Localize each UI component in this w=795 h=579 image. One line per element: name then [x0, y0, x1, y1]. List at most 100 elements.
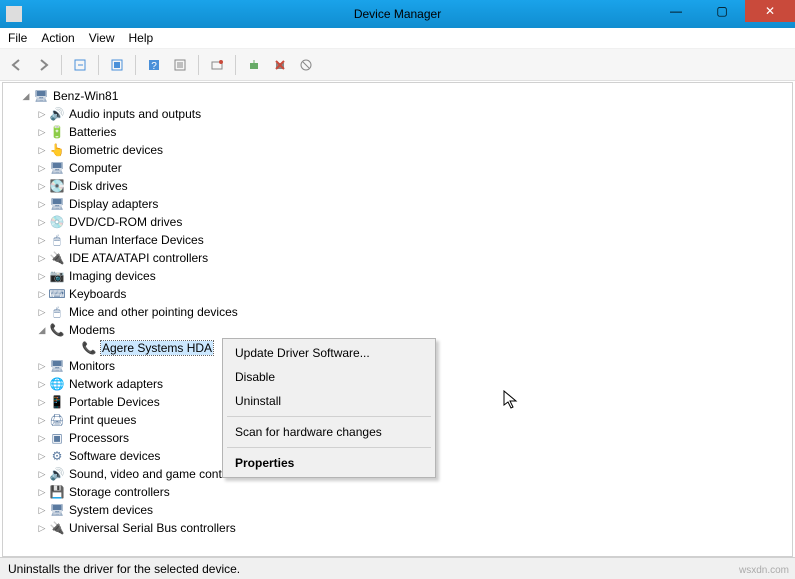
- tree-item-dvd-cd-rom-drives[interactable]: ▷💿DVD/CD-ROM drives: [3, 213, 792, 231]
- separator: [135, 55, 136, 75]
- minimize-button[interactable]: —: [653, 0, 699, 22]
- maximize-button[interactable]: ▢: [699, 0, 745, 22]
- device-icon: 🔌: [49, 520, 65, 536]
- disclosure-icon[interactable]: ▷: [35, 127, 49, 138]
- device-icon: 📞: [49, 322, 65, 338]
- disclosure-icon[interactable]: ▷: [35, 235, 49, 246]
- menu-properties[interactable]: Properties: [225, 451, 433, 475]
- disclosure-icon[interactable]: ▷: [35, 271, 49, 282]
- show-hidden-icon[interactable]: [69, 54, 91, 76]
- title-bar: Device Manager — ▢ ✕: [0, 0, 795, 28]
- device-label: System devices: [69, 503, 153, 517]
- close-button[interactable]: ✕: [745, 0, 795, 22]
- device-label: Portable Devices: [69, 395, 160, 409]
- disclosure-icon[interactable]: ◢: [19, 91, 33, 102]
- disclosure-icon[interactable]: ▷: [35, 487, 49, 498]
- toolbar: ?: [0, 49, 795, 81]
- disclosure-icon[interactable]: ▷: [35, 253, 49, 264]
- app-icon: [6, 6, 22, 22]
- disclosure-icon[interactable]: ▷: [35, 397, 49, 408]
- device-icon: 🔋: [49, 124, 65, 140]
- disclosure-icon[interactable]: ◢: [35, 325, 49, 336]
- tree-item-human-interface-devices[interactable]: ▷🖱 Human Interface Devices: [3, 231, 792, 249]
- device-label: Keyboards: [69, 287, 126, 301]
- device-label: Disk drives: [69, 179, 128, 193]
- tree-item-display-adapters[interactable]: ▷🖥Display adapters: [3, 195, 792, 213]
- disclosure-icon[interactable]: ▷: [35, 145, 49, 156]
- tree-root[interactable]: ◢🖥Benz-Win81: [3, 87, 792, 105]
- device-label: Human Interface Devices: [69, 233, 204, 247]
- device-label: Computer: [69, 161, 122, 175]
- help-icon[interactable]: ?: [143, 54, 165, 76]
- device-label: Software devices: [69, 449, 160, 463]
- device-tree[interactable]: ◢🖥Benz-Win81▷🔊Audio inputs and outputs▷🔋…: [2, 82, 793, 557]
- tree-item-system-devices[interactable]: ▷🖥System devices: [3, 501, 792, 519]
- device-icon: ▣: [49, 430, 65, 446]
- disclosure-icon[interactable]: ▷: [35, 199, 49, 210]
- menu-file[interactable]: File: [8, 31, 27, 45]
- tree-item-keyboards[interactable]: ▷⌨Keyboards: [3, 285, 792, 303]
- disclosure-icon[interactable]: ▷: [35, 415, 49, 426]
- back-icon[interactable]: [6, 54, 28, 76]
- device-icon: 🖱: [49, 304, 65, 320]
- tree-item-modems[interactable]: ◢📞Modems: [3, 321, 792, 339]
- menu-help[interactable]: Help: [129, 31, 154, 45]
- menu-uninstall[interactable]: Uninstall: [225, 389, 433, 413]
- menu-update-driver[interactable]: Update Driver Software...: [225, 341, 433, 365]
- tree-item-audio-inputs-and-outputs[interactable]: ▷🔊Audio inputs and outputs: [3, 105, 792, 123]
- tree-item-storage-controllers[interactable]: ▷💾Storage controllers: [3, 483, 792, 501]
- view-icon[interactable]: [106, 54, 128, 76]
- disclosure-icon[interactable]: ▷: [35, 451, 49, 462]
- svg-text:?: ?: [151, 61, 157, 72]
- disclosure-icon[interactable]: ▷: [35, 163, 49, 174]
- disclosure-icon[interactable]: ▷: [35, 469, 49, 480]
- tree-item-mice-and-other-pointing-devices[interactable]: ▷🖱Mice and other pointing devices: [3, 303, 792, 321]
- device-icon: 💽: [49, 178, 65, 194]
- menu-action[interactable]: Action: [41, 31, 74, 45]
- device-label: Network adapters: [69, 377, 163, 391]
- device-label: Display adapters: [69, 197, 158, 211]
- disclosure-icon[interactable]: ▷: [35, 523, 49, 534]
- disclosure-icon[interactable]: ▷: [35, 217, 49, 228]
- device-icon: 📷: [49, 268, 65, 284]
- disclosure-icon[interactable]: ▷: [35, 289, 49, 300]
- device-icon: 🖨: [49, 412, 65, 428]
- disclosure-icon[interactable]: ▷: [35, 109, 49, 120]
- tree-item-biometric-devices[interactable]: ▷👆Biometric devices: [3, 141, 792, 159]
- tree-item-universal-serial-bus-controllers[interactable]: ▷🔌Universal Serial Bus controllers: [3, 519, 792, 537]
- device-label: Audio inputs and outputs: [69, 107, 201, 121]
- device-icon: 💾: [49, 484, 65, 500]
- tree-item-imaging-devices[interactable]: ▷📷Imaging devices: [3, 267, 792, 285]
- forward-icon[interactable]: [32, 54, 54, 76]
- device-label: Processors: [69, 431, 129, 445]
- menu-scan-hardware[interactable]: Scan for hardware changes: [225, 420, 433, 444]
- disclosure-icon[interactable]: ▷: [35, 433, 49, 444]
- separator: [227, 447, 431, 448]
- disable-icon[interactable]: [295, 54, 317, 76]
- menu-view[interactable]: View: [89, 31, 115, 45]
- device-icon: 📞: [81, 340, 97, 356]
- tree-item-batteries[interactable]: ▷🔋Batteries: [3, 123, 792, 141]
- device-icon: ⚙: [49, 448, 65, 464]
- disclosure-icon[interactable]: ▷: [35, 307, 49, 318]
- properties-icon[interactable]: [169, 54, 191, 76]
- tree-item-disk-drives[interactable]: ▷💽 Disk drives: [3, 177, 792, 195]
- disclosure-icon[interactable]: ▷: [35, 379, 49, 390]
- menu-disable[interactable]: Disable: [225, 365, 433, 389]
- disclosure-icon[interactable]: ▷: [35, 181, 49, 192]
- scan-hardware-icon[interactable]: [206, 54, 228, 76]
- status-bar: Uninstalls the driver for the selected d…: [0, 557, 795, 579]
- separator: [235, 55, 236, 75]
- disclosure-icon[interactable]: ▷: [35, 505, 49, 516]
- disclosure-icon[interactable]: ▷: [35, 361, 49, 372]
- tree-item-computer[interactable]: ▷🖥 Computer: [3, 159, 792, 177]
- device-icon: 🔌: [49, 250, 65, 266]
- device-icon: 🖥: [49, 160, 65, 176]
- menu-bar: File Action View Help: [0, 28, 795, 49]
- device-icon: 🖱: [49, 232, 65, 248]
- device-label: Print queues: [69, 413, 136, 427]
- update-driver-icon[interactable]: [243, 54, 265, 76]
- uninstall-icon[interactable]: [269, 54, 291, 76]
- separator: [98, 55, 99, 75]
- tree-item-ide-ata-atapi-controllers[interactable]: ▷🔌IDE ATA/ATAPI controllers: [3, 249, 792, 267]
